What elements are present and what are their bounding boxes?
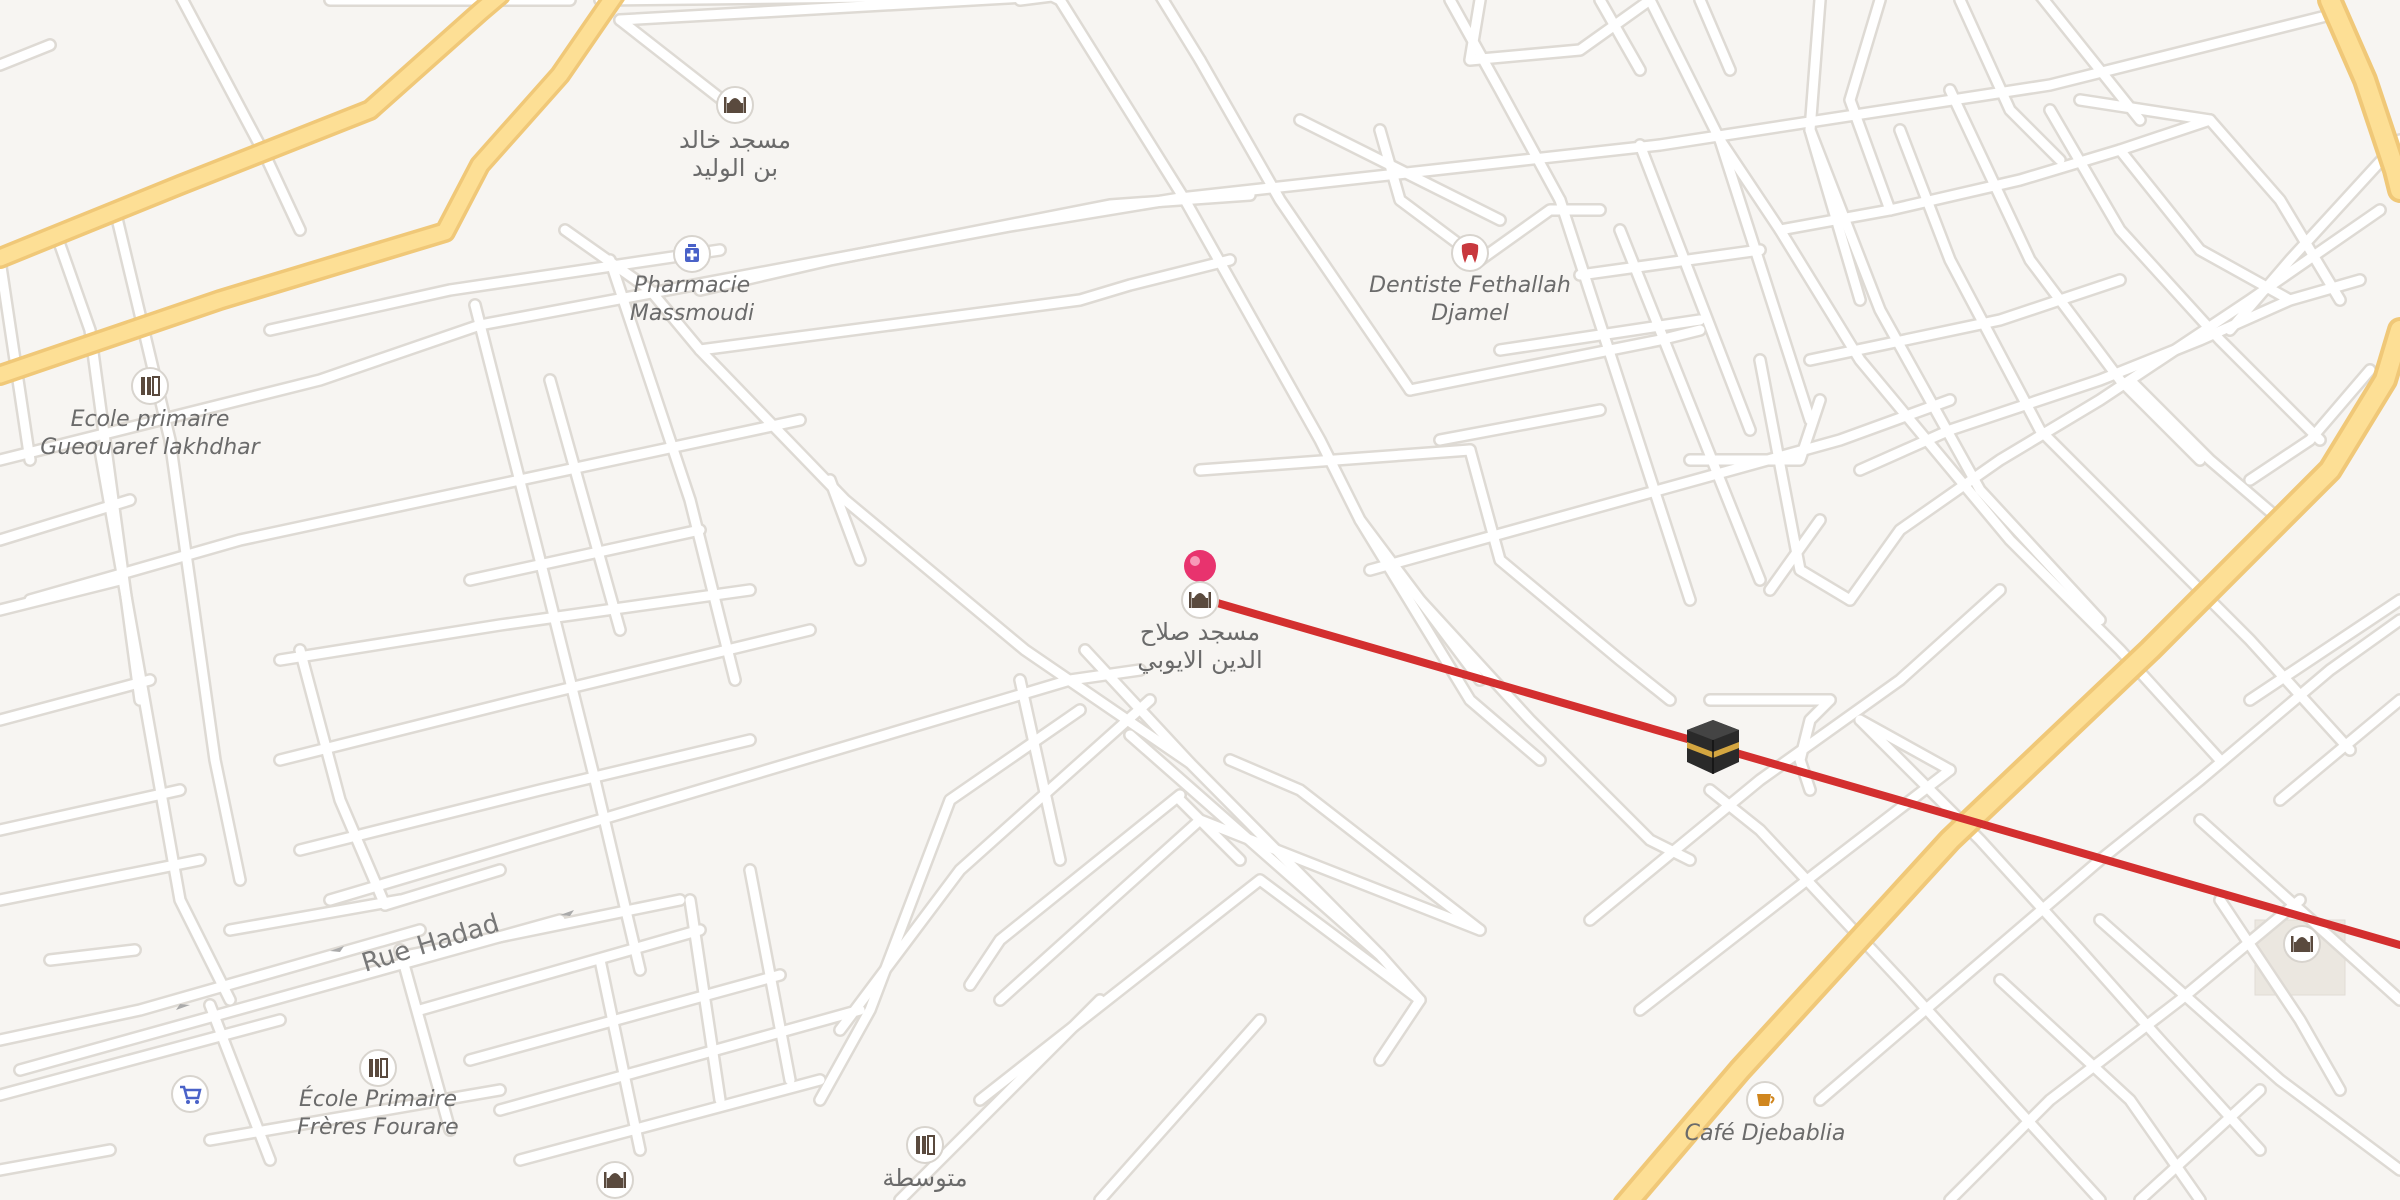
- poi-label: Frères Fourare: [297, 1115, 458, 1140]
- poi-label: مسجد خالد: [679, 126, 791, 154]
- poi-mosque-bottom-left[interactable]: [596, 1161, 634, 1199]
- poi-mosque-right[interactable]: [2283, 925, 2321, 963]
- poi-label: Café Djebablia: [1685, 1121, 1846, 1146]
- poi-label: Ecole primaire: [71, 407, 230, 432]
- poi-label: Dentiste Fethallah: [1369, 273, 1571, 298]
- poi-label: مسجد صلاح: [1140, 618, 1260, 646]
- poi-label: Pharmacie: [634, 273, 750, 298]
- poi-label: Gueouaref lakhdhar: [40, 435, 261, 460]
- poi-label: Djamel: [1431, 301, 1509, 326]
- poi-label: متوسطة: [882, 1164, 967, 1192]
- poi-label: الدين الايوبي: [1137, 646, 1262, 674]
- poi-label: بن الوليد: [692, 154, 778, 182]
- poi-label: École Primaire: [299, 1086, 457, 1112]
- map-canvas[interactable]: Rue Hadad مسجد خالدبن الوليدPharmacieMas…: [0, 0, 2400, 1200]
- poi-label: Massmoudi: [630, 301, 754, 326]
- poi-shop[interactable]: [171, 1075, 209, 1113]
